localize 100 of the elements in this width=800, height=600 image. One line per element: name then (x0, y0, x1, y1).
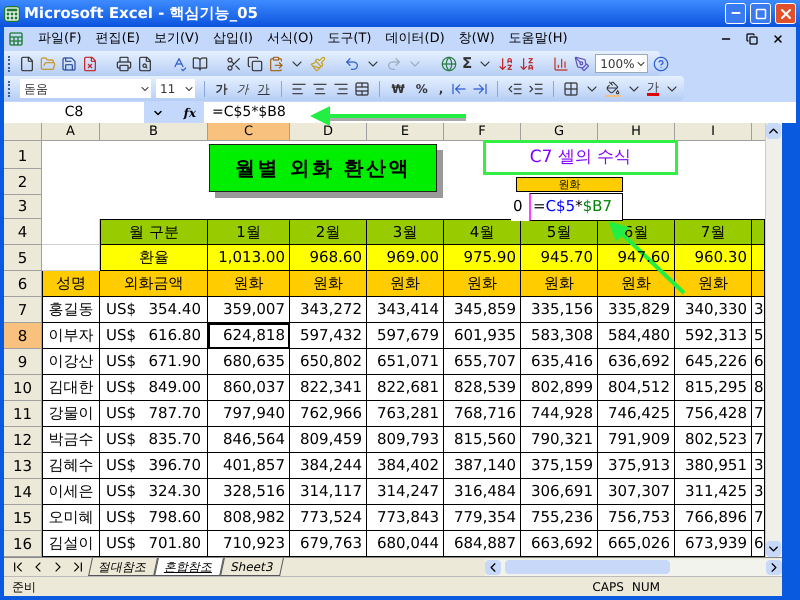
row-header[interactable]: 13 (4, 453, 42, 480)
column-header[interactable]: I (675, 123, 752, 142)
align-right-icon[interactable] (332, 80, 349, 97)
column-header[interactable]: C (208, 123, 290, 142)
row-header[interactable]: 6 (4, 271, 42, 298)
undo-icon[interactable] (344, 56, 360, 72)
row-header[interactable]: 11 (4, 401, 42, 428)
font-style-button[interactable]: 가 (234, 80, 251, 98)
table-cell: 773,524 (290, 505, 367, 532)
menu-item[interactable]: 보기(V) (154, 29, 200, 49)
scroll-right-icon[interactable] (766, 560, 782, 575)
close-icon[interactable] (772, 33, 784, 46)
align-center-icon[interactable] (312, 80, 328, 97)
sum-button[interactable]: Σ (462, 52, 472, 75)
column-header[interactable]: B (100, 123, 208, 142)
table-cell-text: 3 (754, 481, 764, 502)
row-header[interactable]: 14 (4, 479, 42, 506)
name-box[interactable]: C8 (4, 102, 144, 124)
number-format-button[interactable]: % (412, 80, 431, 98)
research-icon[interactable] (192, 56, 208, 72)
sheet-tab[interactable]: 절대참조 (88, 558, 158, 576)
menu-item[interactable]: 서식(O) (267, 29, 314, 49)
menu-item[interactable]: 데이터(D) (386, 29, 445, 49)
align-left-icon[interactable] (290, 80, 307, 97)
menu-item[interactable]: 편집(E) (96, 29, 140, 49)
menu-item[interactable]: 도움말(H) (508, 29, 568, 49)
font-size-field[interactable]: 11 (156, 79, 195, 98)
row-header[interactable]: 3 (4, 195, 42, 220)
borders-icon[interactable] (563, 80, 580, 97)
paste-icon[interactable] (268, 56, 284, 72)
sheet-tab[interactable]: Sheet3 (220, 558, 284, 576)
scroll-thumb[interactable] (505, 560, 670, 574)
row-header[interactable]: 2 (4, 169, 42, 196)
row-header[interactable]: 7 (4, 297, 42, 324)
fill-color-icon[interactable] (605, 80, 622, 97)
merge-cells-icon[interactable] (354, 80, 370, 97)
table-cell: 744,928 (521, 401, 598, 428)
cut-icon[interactable] (226, 56, 242, 72)
table-cell[interactable] (752, 219, 765, 246)
row-header[interactable]: 8 (4, 323, 42, 350)
table-cell: 822,341 (290, 375, 367, 402)
outdent-icon[interactable] (507, 80, 524, 97)
row-header[interactable]: 12 (4, 427, 42, 454)
zoom-field[interactable]: 100% (595, 54, 648, 74)
row-header[interactable]: 4 (4, 219, 42, 246)
row-header[interactable]: 16 (4, 531, 42, 558)
menu-item[interactable]: 창(W) (458, 29, 495, 49)
scroll-down-icon[interactable] (766, 541, 781, 558)
formula-field[interactable]: =C$5*$B8 (204, 102, 796, 124)
row-header[interactable]: 1 (4, 141, 42, 170)
font-style-button[interactable]: 가 (214, 80, 230, 98)
copy-icon[interactable] (247, 56, 263, 72)
horizontal-scrollbar[interactable] (485, 558, 782, 576)
row-header[interactable]: 5 (4, 245, 42, 272)
menu-item[interactable]: 삽입(I) (213, 29, 254, 49)
drawing-icon[interactable] (574, 56, 590, 72)
font-field[interactable]: 돋움 (20, 79, 151, 98)
font-color-button[interactable]: 가 (647, 81, 660, 96)
print-icon[interactable] (116, 56, 132, 72)
print-preview-icon[interactable] (137, 56, 153, 72)
table-cell: 945.70 (521, 245, 598, 272)
new-document-icon[interactable] (19, 56, 35, 72)
sheet-tab[interactable]: 혼합참조 (154, 558, 224, 576)
font-style-button[interactable]: 가 (256, 80, 272, 98)
scroll-up-icon[interactable] (766, 123, 781, 140)
maximize-icon[interactable] (754, 8, 766, 20)
column-header[interactable]: A (42, 123, 100, 142)
row-header[interactable]: 9 (4, 349, 42, 376)
indent-icon[interactable] (528, 80, 544, 97)
row-header[interactable]: 15 (4, 505, 42, 532)
save-icon[interactable] (61, 56, 77, 72)
permission-icon[interactable] (82, 56, 98, 72)
table-cell: 802,899 (521, 375, 598, 402)
minimize-button[interactable] (725, 3, 746, 24)
help-icon[interactable] (652, 56, 669, 72)
menu-item[interactable]: 파일(F) (38, 29, 82, 49)
restore-icon[interactable] (746, 33, 758, 46)
table-cell: 343,272 (290, 297, 367, 324)
hyperlink-icon[interactable] (441, 56, 457, 72)
column-header[interactable]: F (444, 123, 521, 142)
table-cell: 768,716 (444, 401, 521, 428)
row-header[interactable]: 10 (4, 375, 42, 402)
chart-icon[interactable] (553, 56, 570, 72)
menu-item[interactable]: 도구(T) (327, 29, 372, 49)
column-header[interactable]: D (290, 123, 367, 142)
scroll-left-icon[interactable] (485, 560, 501, 575)
number-format-button[interactable]: , (436, 80, 446, 98)
table-cell[interactable] (752, 245, 765, 272)
table-cell[interactable] (752, 271, 765, 298)
function-icon[interactable]: fx (184, 104, 196, 122)
column-header[interactable]: H (598, 123, 675, 142)
table-cell: 340,330 (675, 297, 752, 324)
vertical-scrollbar[interactable] (765, 123, 782, 558)
column-header[interactable]: E (367, 123, 444, 142)
number-format-button[interactable]: ₩ (388, 80, 408, 98)
sort-descending-icon[interactable] (519, 56, 536, 72)
maximize-button[interactable] (750, 3, 771, 24)
workbook-icon[interactable] (8, 31, 24, 48)
column-header[interactable]: G (521, 123, 598, 142)
sort-ascending-icon[interactable] (498, 56, 514, 72)
